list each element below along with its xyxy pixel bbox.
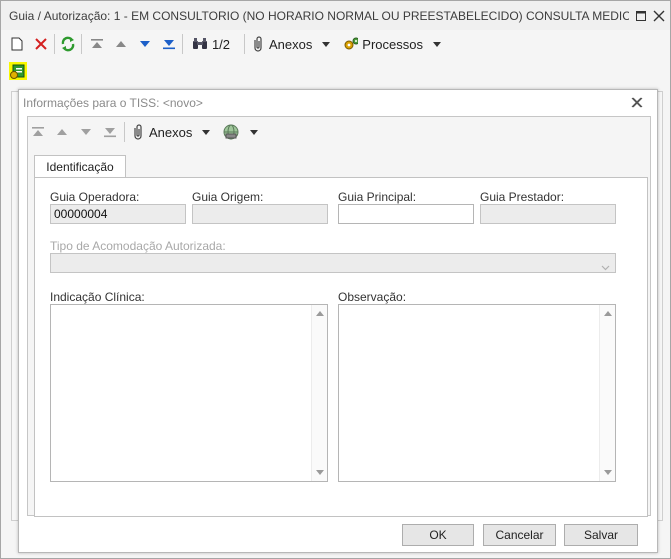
- indicacao-clinica-textarea[interactable]: [50, 304, 328, 482]
- main-toolbar: 1/2 Anexos Processos: [1, 30, 670, 57]
- dialog-next-record-button[interactable]: [76, 121, 96, 143]
- dialog-attachments-label: Anexos: [149, 124, 193, 140]
- refresh-button[interactable]: [58, 33, 78, 55]
- dialog-first-record-button[interactable]: [28, 121, 48, 143]
- window-title: Guia / Autorização: 1 - EM CONSULTORIO (…: [9, 9, 629, 23]
- dialog-previous-record-button[interactable]: [52, 121, 72, 143]
- refresh-icon: [61, 36, 75, 52]
- scroll-down-icon[interactable]: [316, 470, 324, 475]
- dialog-toolbar: Anexos: [28, 117, 650, 147]
- tiss-info-dialog: Informações para o TISS: <novo> Anexos I…: [18, 89, 658, 553]
- tipo-acomodacao-label: Tipo de Acomodação Autorizada:: [50, 239, 226, 253]
- guia-principal-field[interactable]: [338, 204, 474, 224]
- last-record-button[interactable]: [159, 33, 179, 55]
- guia-operadora-field[interactable]: 00000004: [50, 204, 186, 224]
- indicacao-clinica-scrollbar[interactable]: [311, 305, 327, 481]
- delete-button[interactable]: [31, 33, 51, 55]
- cancel-button[interactable]: Cancelar: [483, 524, 556, 546]
- observacao-label: Observação:: [338, 290, 407, 304]
- indicacao-clinica-label: Indicação Clínica:: [50, 290, 145, 304]
- chevron-down-icon: [202, 129, 211, 135]
- chevron-down-icon: [601, 260, 610, 272]
- toolbar-separator: [81, 34, 82, 54]
- last-record-icon: [104, 128, 116, 138]
- first-record-icon: [91, 39, 103, 48]
- dialog-title: Informações para o TISS: <novo>: [23, 96, 203, 110]
- first-record-icon: [32, 127, 44, 136]
- gears-icon: [344, 37, 359, 50]
- processes-button[interactable]: Processos: [343, 33, 441, 55]
- binoculars-icon: [192, 38, 207, 49]
- save-button[interactable]: Salvar: [564, 524, 638, 546]
- dialog-close-button[interactable]: [630, 95, 646, 111]
- scroll-up-icon[interactable]: [316, 311, 324, 316]
- document-gear-icon: [10, 64, 25, 79]
- globe-icon: [223, 124, 239, 140]
- close-icon: [631, 97, 643, 108]
- scroll-up-icon[interactable]: [604, 311, 612, 316]
- record-position: 1/2: [211, 36, 231, 52]
- dialog-content-frame: Anexos Identificação Guia Operadora: 000…: [27, 116, 651, 517]
- toolbar-separator: [54, 34, 55, 54]
- observacao-textarea[interactable]: [338, 304, 616, 482]
- tipo-acomodacao-select[interactable]: [50, 253, 616, 273]
- dialog-attachments-button[interactable]: Anexos: [131, 121, 215, 143]
- toolbar-separator: [182, 34, 183, 54]
- toolbar-separator: [124, 122, 125, 142]
- dialog-globe-menu-button[interactable]: [222, 121, 262, 143]
- new-button[interactable]: [7, 33, 27, 55]
- previous-record-icon: [116, 41, 126, 47]
- tab-identificacao[interactable]: Identificação: [34, 155, 126, 178]
- paperclip-icon: [134, 124, 142, 140]
- first-record-button[interactable]: [87, 33, 107, 55]
- guia-origem-label: Guia Origem:: [192, 190, 264, 204]
- ok-button[interactable]: OK: [402, 524, 474, 546]
- new-document-icon: [11, 37, 23, 51]
- guia-operadora-label: Guia Operadora:: [50, 190, 140, 204]
- dialog-last-record-button[interactable]: [100, 121, 120, 143]
- title-bar: Guia / Autorização: 1 - EM CONSULTORIO (…: [1, 1, 670, 30]
- paperclip-icon: [254, 36, 262, 52]
- attachments-button[interactable]: Anexos: [251, 33, 335, 55]
- previous-record-button[interactable]: [111, 33, 131, 55]
- tab-identificacao-label: Identificação: [46, 160, 114, 174]
- guia-origem-field[interactable]: [192, 204, 328, 224]
- previous-record-icon: [57, 129, 67, 135]
- chevron-down-icon: [250, 129, 258, 135]
- guia-prestador-field[interactable]: [480, 204, 616, 224]
- maximize-icon: [636, 11, 646, 21]
- last-record-icon: [163, 40, 175, 50]
- attachments-label: Anexos: [269, 36, 313, 52]
- tiss-info-button[interactable]: [9, 62, 27, 80]
- close-window-icon: [653, 10, 665, 22]
- next-record-icon: [140, 41, 150, 47]
- guia-principal-label: Guia Principal:: [338, 190, 417, 204]
- delete-icon: [35, 38, 47, 50]
- next-record-icon: [81, 129, 91, 135]
- processes-label: Processos: [362, 36, 423, 52]
- observacao-scrollbar[interactable]: [599, 305, 615, 481]
- guia-prestador-label: Guia Prestador:: [480, 190, 565, 204]
- find-button[interactable]: 1/2: [187, 33, 235, 55]
- chevron-down-icon: [433, 41, 441, 47]
- chevron-down-icon: [322, 41, 331, 47]
- next-record-button[interactable]: [135, 33, 155, 55]
- scroll-down-icon[interactable]: [604, 470, 612, 475]
- identificacao-tab-panel: Guia Operadora: 00000004 Guia Origem: Gu…: [34, 177, 648, 517]
- toolbar-separator: [244, 34, 245, 54]
- close-button[interactable]: [651, 8, 667, 24]
- maximize-button[interactable]: [633, 8, 649, 24]
